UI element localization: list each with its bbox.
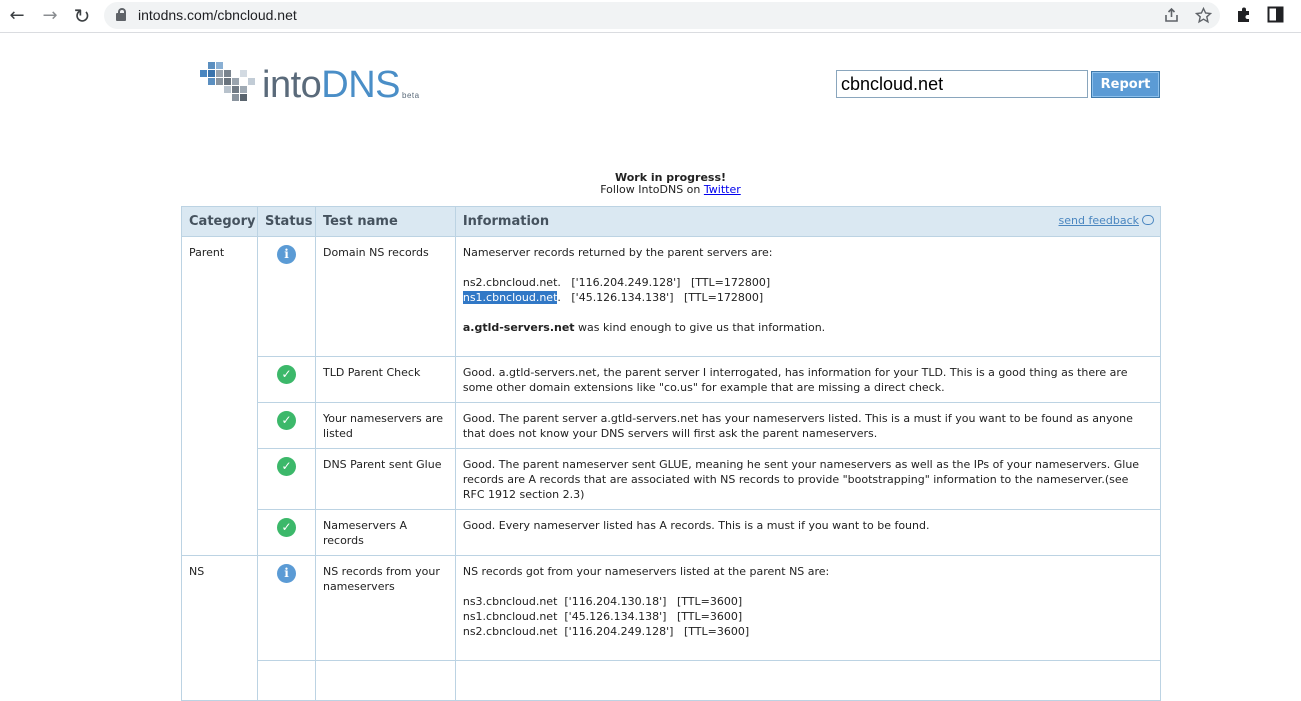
- information-cell: NS records got from your nameservers lis…: [454, 555, 1162, 661]
- status-cell: ✓: [256, 509, 316, 556]
- category-parent: Parent: [181, 236, 258, 556]
- bookmark-star-icon[interactable]: [1195, 7, 1212, 24]
- table-row: NS i NS records from your nameservers NS…: [181, 555, 1162, 701]
- send-feedback-link[interactable]: send feedback: [1059, 213, 1154, 228]
- test-name: Nameservers A records: [314, 509, 456, 556]
- info-icon: i: [276, 564, 296, 583]
- header-information: Information send feedback: [454, 206, 1162, 237]
- info-icon: i: [276, 245, 296, 264]
- address-bar[interactable]: intodns.com/cbncloud.net: [104, 2, 1220, 29]
- table-row: ✓ DNS Parent sent Glue Good. The parent …: [182, 448, 1162, 510]
- check-icon: ✓: [276, 518, 296, 537]
- category-ns: NS: [181, 555, 258, 701]
- info-line: NS records got from your nameservers lis…: [462, 565, 830, 578]
- test-name: Your nameservers are listed: [314, 402, 456, 449]
- table-row: [182, 660, 1162, 701]
- check-icon: ✓: [276, 457, 296, 476]
- check-icon: ✓: [276, 365, 296, 384]
- ns-record-line: ns1.cbncloud.net. ['45.126.134.138'] [TT…: [462, 291, 764, 304]
- share-icon[interactable]: [1163, 7, 1180, 24]
- work-in-progress-notice: Work in progress! Follow IntoDNS on Twit…: [540, 172, 801, 196]
- header-category: Category: [181, 206, 258, 237]
- header-status: Status: [256, 206, 316, 237]
- selected-text: ns1.cbncloud.net: [462, 291, 558, 304]
- table-row: ✓ TLD Parent Check Good. a.gtld-servers.…: [182, 356, 1162, 403]
- ns-record-line: ns3.cbncloud.net ['116.204.130.18'] [TTL…: [462, 595, 743, 608]
- status-cell: i: [256, 236, 316, 357]
- info-footer: a.gtld-servers.net was kind enough to gi…: [462, 321, 826, 334]
- reload-icon[interactable]: ↻: [70, 4, 94, 28]
- information-cell: Good. The parent server a.gtld-servers.n…: [454, 402, 1162, 449]
- status-cell: ✓: [256, 356, 316, 403]
- table-row: ✓ Nameservers A records Good. Every name…: [182, 509, 1162, 556]
- speech-bubble-icon: [1142, 215, 1154, 225]
- ns-record-line: ns1.cbncloud.net ['45.126.134.138'] [TTL…: [462, 610, 743, 623]
- test-name: NS records from your nameservers: [314, 555, 456, 661]
- test-name: DNS Parent sent Glue: [314, 448, 456, 510]
- twitter-link[interactable]: Twitter: [704, 183, 741, 196]
- check-icon: ✓: [276, 411, 296, 430]
- back-arrow-icon[interactable]: ←: [5, 4, 29, 28]
- status-cell: ✓: [256, 402, 316, 449]
- information-cell: Good. a.gtld-servers.net, the parent ser…: [454, 356, 1162, 403]
- status-cell: ✓: [256, 448, 316, 510]
- extensions-puzzle-icon[interactable]: [1235, 6, 1253, 24]
- test-name: Domain NS records: [314, 236, 456, 357]
- side-panel-icon[interactable]: [1267, 6, 1284, 23]
- logo-beta-label: beta: [402, 91, 420, 100]
- ns-record-line: ns2.cbncloud.net ['116.204.249.128'] [TT…: [462, 625, 750, 638]
- information-cell: Nameserver records returned by the paren…: [454, 236, 1162, 357]
- table-header-row: Category Status Test name Information se…: [181, 206, 1162, 237]
- table-row: ✓ Your nameservers are listed Good. The …: [182, 402, 1162, 449]
- test-name: TLD Parent Check: [314, 356, 456, 403]
- table-row: Parent i Domain NS records Nameserver re…: [181, 236, 1162, 556]
- info-line: Nameserver records returned by the paren…: [462, 246, 773, 259]
- logo-wordmark: intoDNS: [262, 64, 401, 106]
- forward-arrow-icon[interactable]: →: [38, 4, 62, 28]
- notice-text: Follow IntoDNS on Twitter: [600, 183, 741, 196]
- status-cell: i: [256, 555, 316, 661]
- test-name: [314, 660, 456, 701]
- dns-results-table: Category Status Test name Information se…: [181, 206, 1162, 701]
- lock-icon[interactable]: [116, 8, 126, 21]
- domain-search-input[interactable]: [836, 70, 1088, 98]
- address-url[interactable]: intodns.com/cbncloud.net: [138, 7, 297, 23]
- header-test-name: Test name: [314, 206, 456, 237]
- ns-record-line: ns2.cbncloud.net. ['116.204.249.128'] [T…: [462, 276, 771, 289]
- report-button[interactable]: Report: [1091, 71, 1160, 98]
- status-cell: [256, 660, 316, 701]
- information-cell: [454, 660, 1162, 701]
- intodns-logo[interactable]: intoDNS beta: [200, 62, 440, 112]
- browser-toolbar: ← → ↻ intodns.com/cbncloud.net: [0, 0, 1301, 33]
- information-cell: Good. The parent nameserver sent GLUE, m…: [454, 448, 1162, 510]
- information-cell: Good. Every nameserver listed has A reco…: [454, 509, 1162, 556]
